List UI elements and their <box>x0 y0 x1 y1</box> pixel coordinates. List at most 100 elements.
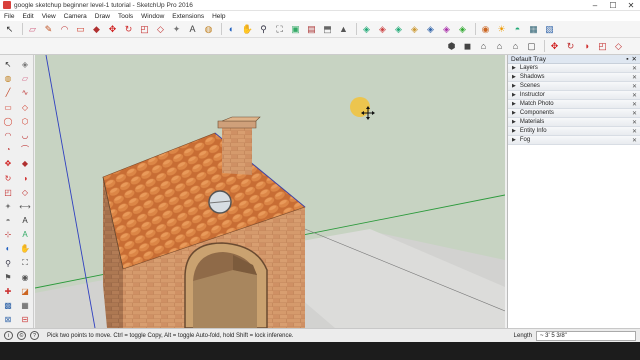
sandbox7-icon[interactable]: ◈ <box>456 23 469 36</box>
close-button[interactable]: ✕ <box>622 0 640 11</box>
scale-icon[interactable]: ◰ <box>138 23 151 36</box>
move-icon[interactable]: ✥ <box>106 23 119 36</box>
wireframe-icon[interactable]: ⊠ <box>1 313 15 326</box>
instructor-icon[interactable]: ? <box>30 331 39 340</box>
chimney[interactable] <box>222 128 252 175</box>
menu-help[interactable]: Help <box>212 13 225 20</box>
scene-canvas[interactable] <box>35 55 505 328</box>
iso-view-icon[interactable]: ⬢ <box>445 40 458 53</box>
protractor-icon[interactable]: ◓ <box>1 214 15 227</box>
shape-icon[interactable]: ▭ <box>74 23 87 36</box>
followme-left-icon[interactable]: ◑ <box>18 172 32 185</box>
rotate-left-icon[interactable]: ↻ <box>1 172 15 185</box>
sandbox6-icon[interactable]: ◈ <box>440 23 453 36</box>
tray-section-scenes[interactable]: ▶ Scenes ✕ <box>508 82 640 91</box>
tray-section-fog[interactable]: ▶ Fog ✕ <box>508 136 640 145</box>
menu-draw[interactable]: Draw <box>95 13 110 20</box>
close-panel-icon[interactable]: ✕ <box>632 128 637 135</box>
close-panel-icon[interactable]: ✕ <box>632 92 637 99</box>
text-icon[interactable]: A <box>186 23 199 36</box>
layer-icon[interactable]: ▦ <box>527 23 540 36</box>
orbit-icon[interactable]: ◐ <box>225 23 238 36</box>
arc-icon[interactable]: ◠ <box>58 23 71 36</box>
move-left-icon[interactable]: ✥ <box>1 157 15 170</box>
arc1-icon[interactable]: ◠ <box>1 129 15 142</box>
paint-bucket-icon[interactable]: ◍ <box>1 72 15 85</box>
zoom-extents-icon[interactable]: ⛶ <box>273 23 286 36</box>
zoom-icon[interactable]: ⚲ <box>257 23 270 36</box>
zoom-left-icon[interactable]: ⚲ <box>1 257 15 270</box>
select-icon[interactable]: ↖ <box>3 23 16 36</box>
close-panel-icon[interactable]: ✕ <box>632 65 637 72</box>
menu-camera[interactable]: Camera <box>64 13 87 20</box>
back-view-icon[interactable]: ⌂ <box>509 40 522 53</box>
pan-left-icon[interactable]: ✋ <box>18 242 32 255</box>
menu-window[interactable]: Window <box>141 13 164 20</box>
extension-icon[interactable]: ▤ <box>305 23 318 36</box>
front-view-icon[interactable]: ⌂ <box>477 40 490 53</box>
orbit-left-icon[interactable]: ◐ <box>1 242 15 255</box>
sandbox5-icon[interactable]: ◈ <box>424 23 437 36</box>
hidden-line-icon[interactable]: ▦ <box>18 299 32 312</box>
tray-section-shadows[interactable]: ▶ Shadows ✕ <box>508 73 640 82</box>
circle-icon[interactable]: ◯ <box>1 115 15 128</box>
fog-icon[interactable]: ◓ <box>511 23 524 36</box>
minimize-button[interactable]: – <box>586 0 604 11</box>
follow-me-icon[interactable]: ◑ <box>580 40 593 53</box>
scale-left-icon[interactable]: ◰ <box>1 186 15 199</box>
tray-pin-icon[interactable]: ▪ <box>626 56 628 63</box>
walk-icon[interactable]: ⚑ <box>1 271 15 284</box>
look-around-icon[interactable]: ◉ <box>18 271 32 284</box>
tray-section-instructor[interactable]: ▶ Instructor ✕ <box>508 91 640 100</box>
menu-extensions[interactable]: Extensions <box>172 13 204 20</box>
eraser-tool-icon[interactable]: ▱ <box>18 72 32 85</box>
tray-section-match-photo[interactable]: ▶ Match Photo ✕ <box>508 100 640 109</box>
arc3-icon[interactable]: ⌒ <box>18 143 32 156</box>
maximize-button[interactable]: ☐ <box>604 0 622 11</box>
3dtext-icon[interactable]: A <box>18 228 32 241</box>
freehand-icon[interactable]: ∿ <box>18 86 32 99</box>
tape-left-icon[interactable]: ✦ <box>1 200 15 213</box>
offset-left-icon[interactable]: ◇ <box>18 186 32 199</box>
sandbox3-icon[interactable]: ◈ <box>392 23 405 36</box>
warehouse-icon[interactable]: ▣ <box>289 23 302 36</box>
close-panel-icon[interactable]: ✕ <box>632 101 637 108</box>
dimension-icon[interactable]: ⟷ <box>18 200 32 213</box>
line-tool-icon[interactable]: ╱ <box>1 86 15 99</box>
close-panel-icon[interactable]: ✕ <box>632 83 637 90</box>
section-left-icon[interactable]: ◪ <box>18 285 32 298</box>
polygon-icon[interactable]: ⬡ <box>18 115 32 128</box>
share-icon[interactable]: ⬒ <box>321 23 334 36</box>
menu-view[interactable]: View <box>42 13 56 20</box>
section-icon[interactable]: ◉ <box>479 23 492 36</box>
move-tool-icon[interactable]: ✥ <box>548 40 561 53</box>
eraser-icon[interactable]: ▱ <box>26 23 39 36</box>
rotate-tool-icon[interactable]: ↻ <box>564 40 577 53</box>
right-view-icon[interactable]: ⌂ <box>493 40 506 53</box>
geo-location-icon[interactable]: i <box>4 331 13 340</box>
pencil-icon[interactable]: ✎ <box>42 23 55 36</box>
menu-file[interactable]: File <box>4 13 14 20</box>
select-tool-icon[interactable]: ↖ <box>1 58 15 71</box>
pushpull-icon[interactable]: ◆ <box>90 23 103 36</box>
make-component-icon[interactable]: ◈ <box>18 58 32 71</box>
sandbox4-icon[interactable]: ◈ <box>408 23 421 36</box>
tray-section-entity-info[interactable]: ▶ Entity Info ✕ <box>508 127 640 136</box>
arc2-icon[interactable]: ◡ <box>18 129 32 142</box>
offset-icon[interactable]: ◇ <box>154 23 167 36</box>
credits-icon[interactable]: © <box>17 331 26 340</box>
left-view-icon[interactable]: ▢ <box>525 40 538 53</box>
shadow-icon[interactable]: ☀ <box>495 23 508 36</box>
top-view-icon[interactable]: ◼ <box>461 40 474 53</box>
xray-icon[interactable]: ▩ <box>1 299 15 312</box>
outliner-icon[interactable]: ▧ <box>543 23 556 36</box>
close-panel-icon[interactable]: ✕ <box>632 110 637 117</box>
pan-icon[interactable]: ✋ <box>241 23 254 36</box>
pie-icon[interactable]: ◔ <box>1 143 15 156</box>
close-panel-icon[interactable]: ✕ <box>632 119 637 126</box>
close-panel-icon[interactable]: ✕ <box>632 74 637 81</box>
paint-icon[interactable]: ◍ <box>202 23 215 36</box>
axes-icon[interactable]: ⊹ <box>1 228 15 241</box>
position-camera-icon[interactable]: ✚ <box>1 285 15 298</box>
rotate-icon[interactable]: ↻ <box>122 23 135 36</box>
